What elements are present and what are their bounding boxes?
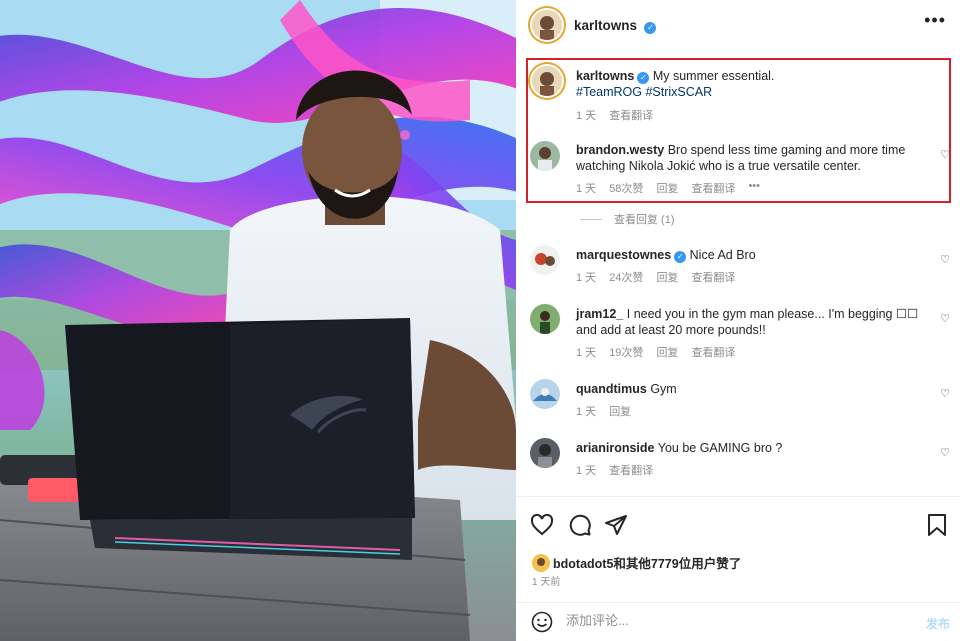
comment-meta: 1 天 58次赞 回复 查看翻译 ••• [576, 180, 760, 196]
share-send-icon[interactable] [604, 513, 628, 537]
avatar-image [530, 438, 560, 468]
caption-meta: 1 天 查看翻译 [576, 107, 653, 123]
post-detail-panel: karltowns ✓ ••• karltowns ✓ My summer ess… [516, 0, 960, 641]
comment-item: jram12_ I need you in the gym man please… [516, 304, 960, 364]
caption-avatar[interactable] [532, 66, 562, 96]
avatar-image [532, 10, 562, 40]
comment-text: marquestownes ✓ Nice Ad Bro [576, 247, 921, 263]
post-actions-bar [530, 513, 950, 539]
comment-likes[interactable]: 58次赞 [609, 180, 643, 196]
comment-age: 1 天 [576, 465, 597, 477]
likes-summary[interactable]: bdotadot5和其他7779位用户赞了 [532, 553, 741, 572]
avatar-image [530, 245, 560, 275]
comment-age: 1 天 [576, 272, 597, 284]
more-options-icon[interactable]: ••• [924, 10, 946, 31]
comment-bubble-icon[interactable] [568, 513, 592, 537]
comment-meta: 1 天 19次赞 回复 查看翻译 [576, 344, 735, 360]
comment-reply-link[interactable]: 回复 [609, 403, 631, 419]
comment-reply-link[interactable]: 回复 [656, 344, 678, 360]
like-comment-heart-icon[interactable]: ♡ [940, 148, 950, 161]
photo-illustration [0, 0, 516, 641]
avatar-image [530, 141, 560, 171]
comment-translate-link[interactable]: 查看翻译 [609, 462, 653, 478]
caption-username[interactable]: karltowns [576, 69, 634, 83]
comment-translate-link[interactable]: 查看翻译 [691, 344, 735, 360]
verified-badge-icon: ✓ [644, 22, 657, 34]
actions-divider [516, 496, 960, 497]
caption-text: karltowns ✓ My summer essential. #TeamROG… [576, 68, 921, 100]
commenter-avatar[interactable] [530, 245, 560, 275]
comment-text: brandon.westy Bro spend less time gaming… [576, 142, 921, 174]
comment-translate-link[interactable]: 查看翻译 [691, 269, 735, 285]
like-comment-heart-icon[interactable]: ♡ [940, 446, 950, 459]
like-heart-icon[interactable] [530, 513, 554, 537]
replies-divider-line [580, 218, 602, 220]
view-replies-link[interactable]: 查看回复 (1) [580, 211, 675, 227]
comment-item: marquestownes ✓ Nice Ad Bro ♡ 1 天 24次赞 回复… [516, 245, 960, 290]
comment-item: quandtimus Gym ♡ 1 天 回复 [516, 379, 960, 424]
caption-hashtags[interactable]: #TeamROG #StrixSCAR [576, 85, 712, 99]
comment-reply-link[interactable]: 回复 [656, 180, 678, 196]
avatar-image [532, 553, 550, 572]
comment-body: Nice Ad Bro [689, 248, 756, 262]
comment-text: quandtimus Gym [576, 381, 921, 397]
comment-body: You be GAMING bro ? [657, 441, 783, 455]
likes-summary-text: bdotadot5和其他7779位用户赞了 [553, 557, 742, 571]
comment-username[interactable]: jram12_ [576, 307, 623, 321]
comment-text: arianironside You be GAMING bro ? [576, 440, 921, 456]
caption: karltowns ✓ My summer essential. #TeamROG… [516, 65, 960, 125]
commenter-avatar[interactable] [530, 379, 560, 409]
comment-age: 1 天 [576, 183, 597, 195]
commenter-avatar[interactable] [530, 141, 560, 171]
comment-body: I need you in the gym man please... I'm … [576, 307, 919, 337]
author-avatar[interactable] [532, 10, 562, 40]
post-timestamp: 1 天前 [532, 577, 561, 588]
caption-body: My summer essential. [652, 69, 775, 83]
caption-age: 1 天 [576, 110, 597, 122]
comment-item: brandon.westy Bro spend less time gaming… [516, 140, 960, 200]
post-header: karltowns ✓ ••• [516, 0, 960, 50]
comment-likes[interactable]: 24次赞 [609, 269, 643, 285]
comment-text: jram12_ I need you in the gym man please… [576, 306, 921, 338]
emoji-icon[interactable] [531, 611, 553, 633]
like-comment-heart-icon[interactable]: ♡ [940, 253, 950, 266]
save-bookmark-icon[interactable] [926, 513, 948, 537]
comment-meta: 1 天 24次赞 回复 查看翻译 [576, 269, 735, 285]
comment-username[interactable]: quandtimus [576, 382, 647, 396]
comment-username[interactable]: marquestownes [576, 248, 671, 262]
comment-meta: 1 天 查看翻译 [576, 462, 653, 478]
commenter-avatar[interactable] [530, 304, 560, 334]
comment-reply-link[interactable]: 回复 [656, 269, 678, 285]
comment-username[interactable]: brandon.westy [576, 143, 664, 157]
comment-username[interactable]: arianironside [576, 441, 655, 455]
comment-more-icon[interactable]: ••• [748, 180, 760, 196]
comment-likes[interactable]: 19次赞 [609, 344, 643, 360]
commenter-avatar[interactable] [530, 438, 560, 468]
avatar-image [530, 379, 560, 409]
comment-age: 1 天 [576, 406, 597, 418]
avatar-image [530, 304, 560, 334]
author-username[interactable]: karltowns [574, 18, 637, 33]
verified-badge-icon: ✓ [637, 72, 650, 84]
verified-badge-icon: ✓ [674, 251, 687, 263]
add-comment-bar: 发布 [516, 602, 960, 641]
caption-translate-link[interactable]: 查看翻译 [609, 107, 653, 123]
comment-meta: 1 天 回复 [576, 403, 631, 419]
like-comment-heart-icon[interactable]: ♡ [940, 387, 950, 400]
comment-body: Gym [650, 382, 677, 396]
post-comment-button[interactable]: 发布 [926, 615, 950, 632]
comment-translate-link[interactable]: 查看翻译 [691, 180, 735, 196]
comment-item: arianironside You be GAMING bro ? ♡ 1 天 … [516, 438, 960, 483]
liker-avatar [532, 553, 550, 572]
post-photo[interactable] [0, 0, 516, 641]
like-comment-heart-icon[interactable]: ♡ [940, 312, 950, 325]
comment-input[interactable] [566, 613, 896, 628]
avatar-image [532, 66, 562, 96]
comment-age: 1 天 [576, 347, 597, 359]
view-replies-label: 查看回复 (1) [614, 214, 675, 226]
